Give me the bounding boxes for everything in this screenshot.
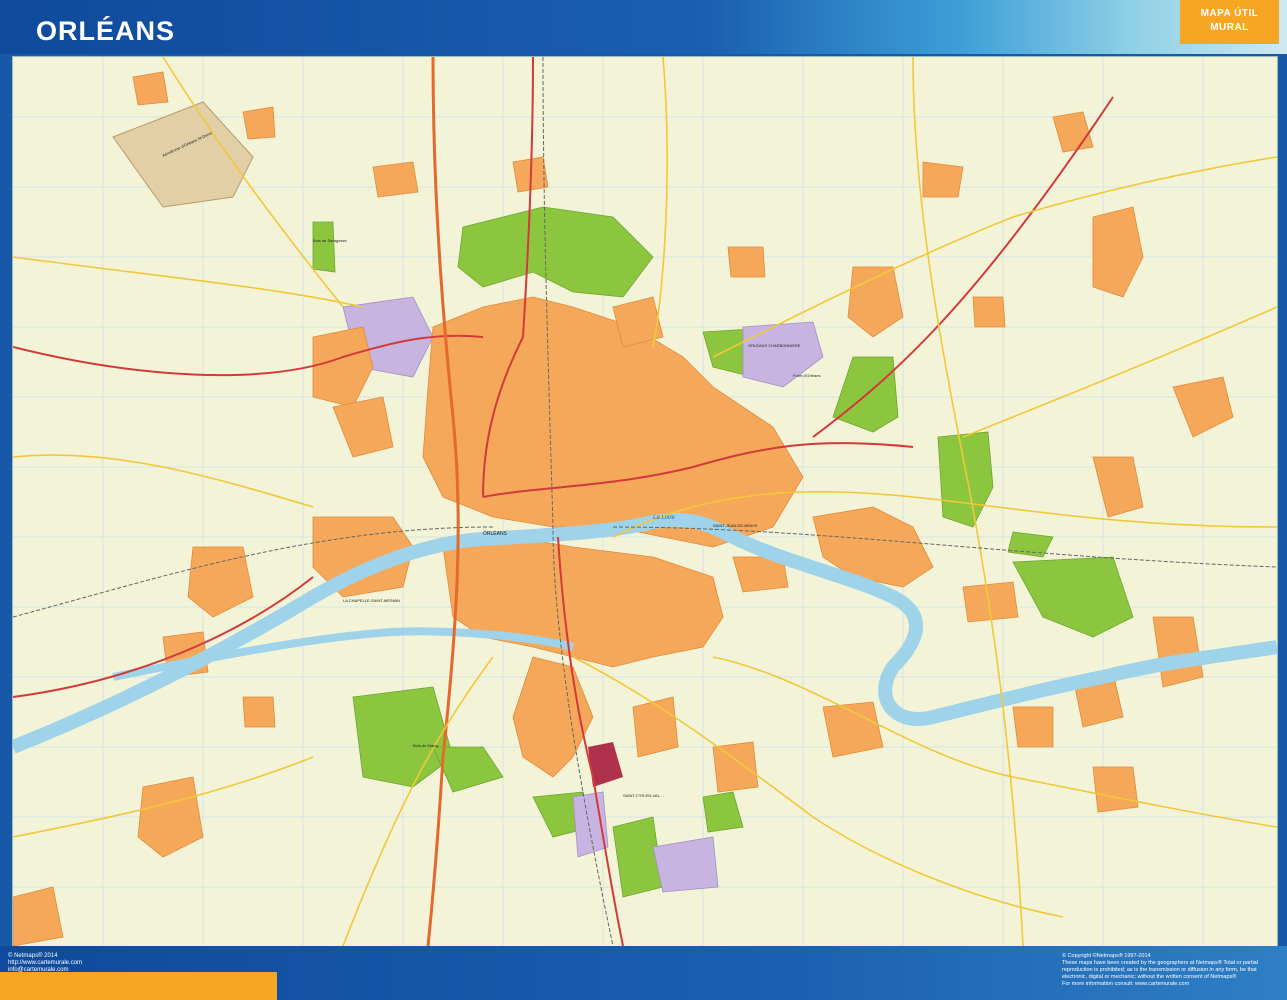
label-technopole: ORLÉANS CHARBONNIÈRE (748, 343, 801, 348)
legal-line-5: For more information consult: www.cartem… (1062, 981, 1190, 987)
footer-orange-bar (0, 972, 277, 1000)
urban-areas (13, 71, 1234, 946)
label-bois: Bois de Saragosse (313, 238, 347, 243)
airfield-area (112, 101, 254, 208)
mapa-util-badge: MAPA ÚTIL MURAL (1180, 0, 1279, 44)
footer-legal: © Copyright ©Netmaps® 1997-2014 These ma… (1062, 953, 1277, 988)
label-la-loire: La Loire (653, 515, 675, 521)
badge-line-2: MURAL (1210, 22, 1249, 33)
map-header (0, 0, 1287, 54)
badge-line-1: MAPA ÚTIL (1200, 8, 1259, 19)
footer-credits: © Netmaps® 2014 http://www.cartemurale.c… (8, 953, 82, 974)
label-south-wood: Bois de Marcy (413, 743, 438, 748)
footer-copyright: © Netmaps® 2014 (8, 953, 58, 959)
label-city-centre: ORLÉANS (483, 530, 508, 537)
label-east-town: SAINT-JEAN-DE-BRAYE (713, 523, 758, 528)
street-map[interactable]: ORLÉANS La Loire Forêt d'Orléans ORLÉANS… (12, 56, 1278, 947)
label-forest: Forêt d'Orléans (793, 373, 820, 378)
map-canvas[interactable]: ORLÉANS La Loire Forêt d'Orléans ORLÉANS… (13, 57, 1277, 946)
legal-line-3: reproduction is prohibited; as is the tr… (1062, 967, 1257, 973)
legal-line-1: © Copyright ©Netmaps® 1997-2014 (1062, 953, 1151, 959)
label-west-town: LA CHAPELLE-SAINT-MESMIN (343, 598, 400, 603)
legal-line-4: electronic, digital or mechanic; without… (1062, 974, 1237, 980)
label-south-town: SAINT-CYR-EN-VAL (623, 793, 661, 798)
legal-line-2: These maps have been created by the geog… (1062, 960, 1258, 966)
map-title: ORLÉANS (36, 16, 176, 46)
footer-website: http://www.cartemurale.com (8, 960, 83, 966)
